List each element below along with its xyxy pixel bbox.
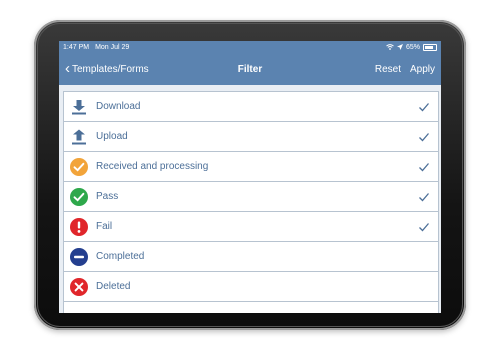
filter-label: Fail: [96, 221, 113, 232]
filter-row-upload[interactable]: Upload: [64, 122, 438, 152]
filter-row-received-processing[interactable]: Received and processing: [64, 152, 438, 182]
checkmark-icon: [419, 162, 429, 171]
nav-bar: ‹ Templates/Forms Filter Reset Apply: [59, 53, 441, 85]
filter-label: Download: [96, 101, 141, 112]
apply-button[interactable]: Apply: [410, 64, 435, 75]
filter-label: Completed: [96, 251, 145, 262]
upload-icon: [70, 128, 88, 146]
back-button[interactable]: ‹ Templates/Forms: [65, 59, 149, 77]
filter-row-pass[interactable]: Pass: [64, 182, 438, 212]
filter-list: Download Upload Received and processing …: [63, 91, 439, 313]
filter-row-download[interactable]: Download: [64, 92, 438, 122]
status-time: 1:47 PM: [63, 43, 90, 51]
exclamation-circle-icon: [70, 217, 88, 236]
screen: 1:47 PM Mon Jul 29 65% ‹ Templates/Forms…: [59, 41, 441, 313]
minus-circle-icon: [70, 247, 88, 266]
check-circle-icon: [70, 157, 88, 176]
checkmark-icon: [419, 222, 429, 231]
battery-percent: 65%: [405, 43, 420, 51]
download-icon: [70, 98, 88, 116]
filter-label: Received and processing: [96, 161, 209, 172]
back-label: Templates/Forms: [72, 63, 149, 75]
battery-icon: [423, 43, 437, 51]
status-bar: 1:47 PM Mon Jul 29 65%: [59, 41, 441, 53]
list-item-partial: [64, 302, 438, 313]
partial-icon: [70, 308, 88, 314]
status-date: Mon Jul 29: [95, 43, 130, 51]
checkmark-icon: [419, 132, 429, 141]
filter-label: Pass: [96, 191, 119, 202]
wifi-icon: [386, 44, 394, 50]
check-circle-icon: [70, 187, 88, 206]
location-arrow-icon: [396, 44, 403, 50]
filter-row-deleted[interactable]: Deleted: [64, 272, 438, 302]
filter-row-fail[interactable]: Fail: [64, 212, 438, 242]
x-circle-icon: [70, 277, 88, 296]
reset-button[interactable]: Reset: [375, 64, 401, 75]
filter-label: Deleted: [96, 281, 131, 292]
filter-label: Upload: [96, 131, 128, 142]
chevron-left-icon: ‹: [65, 59, 70, 77]
checkmark-icon: [419, 192, 429, 201]
filter-row-completed[interactable]: Completed: [64, 242, 438, 272]
checkmark-icon: [419, 102, 429, 111]
